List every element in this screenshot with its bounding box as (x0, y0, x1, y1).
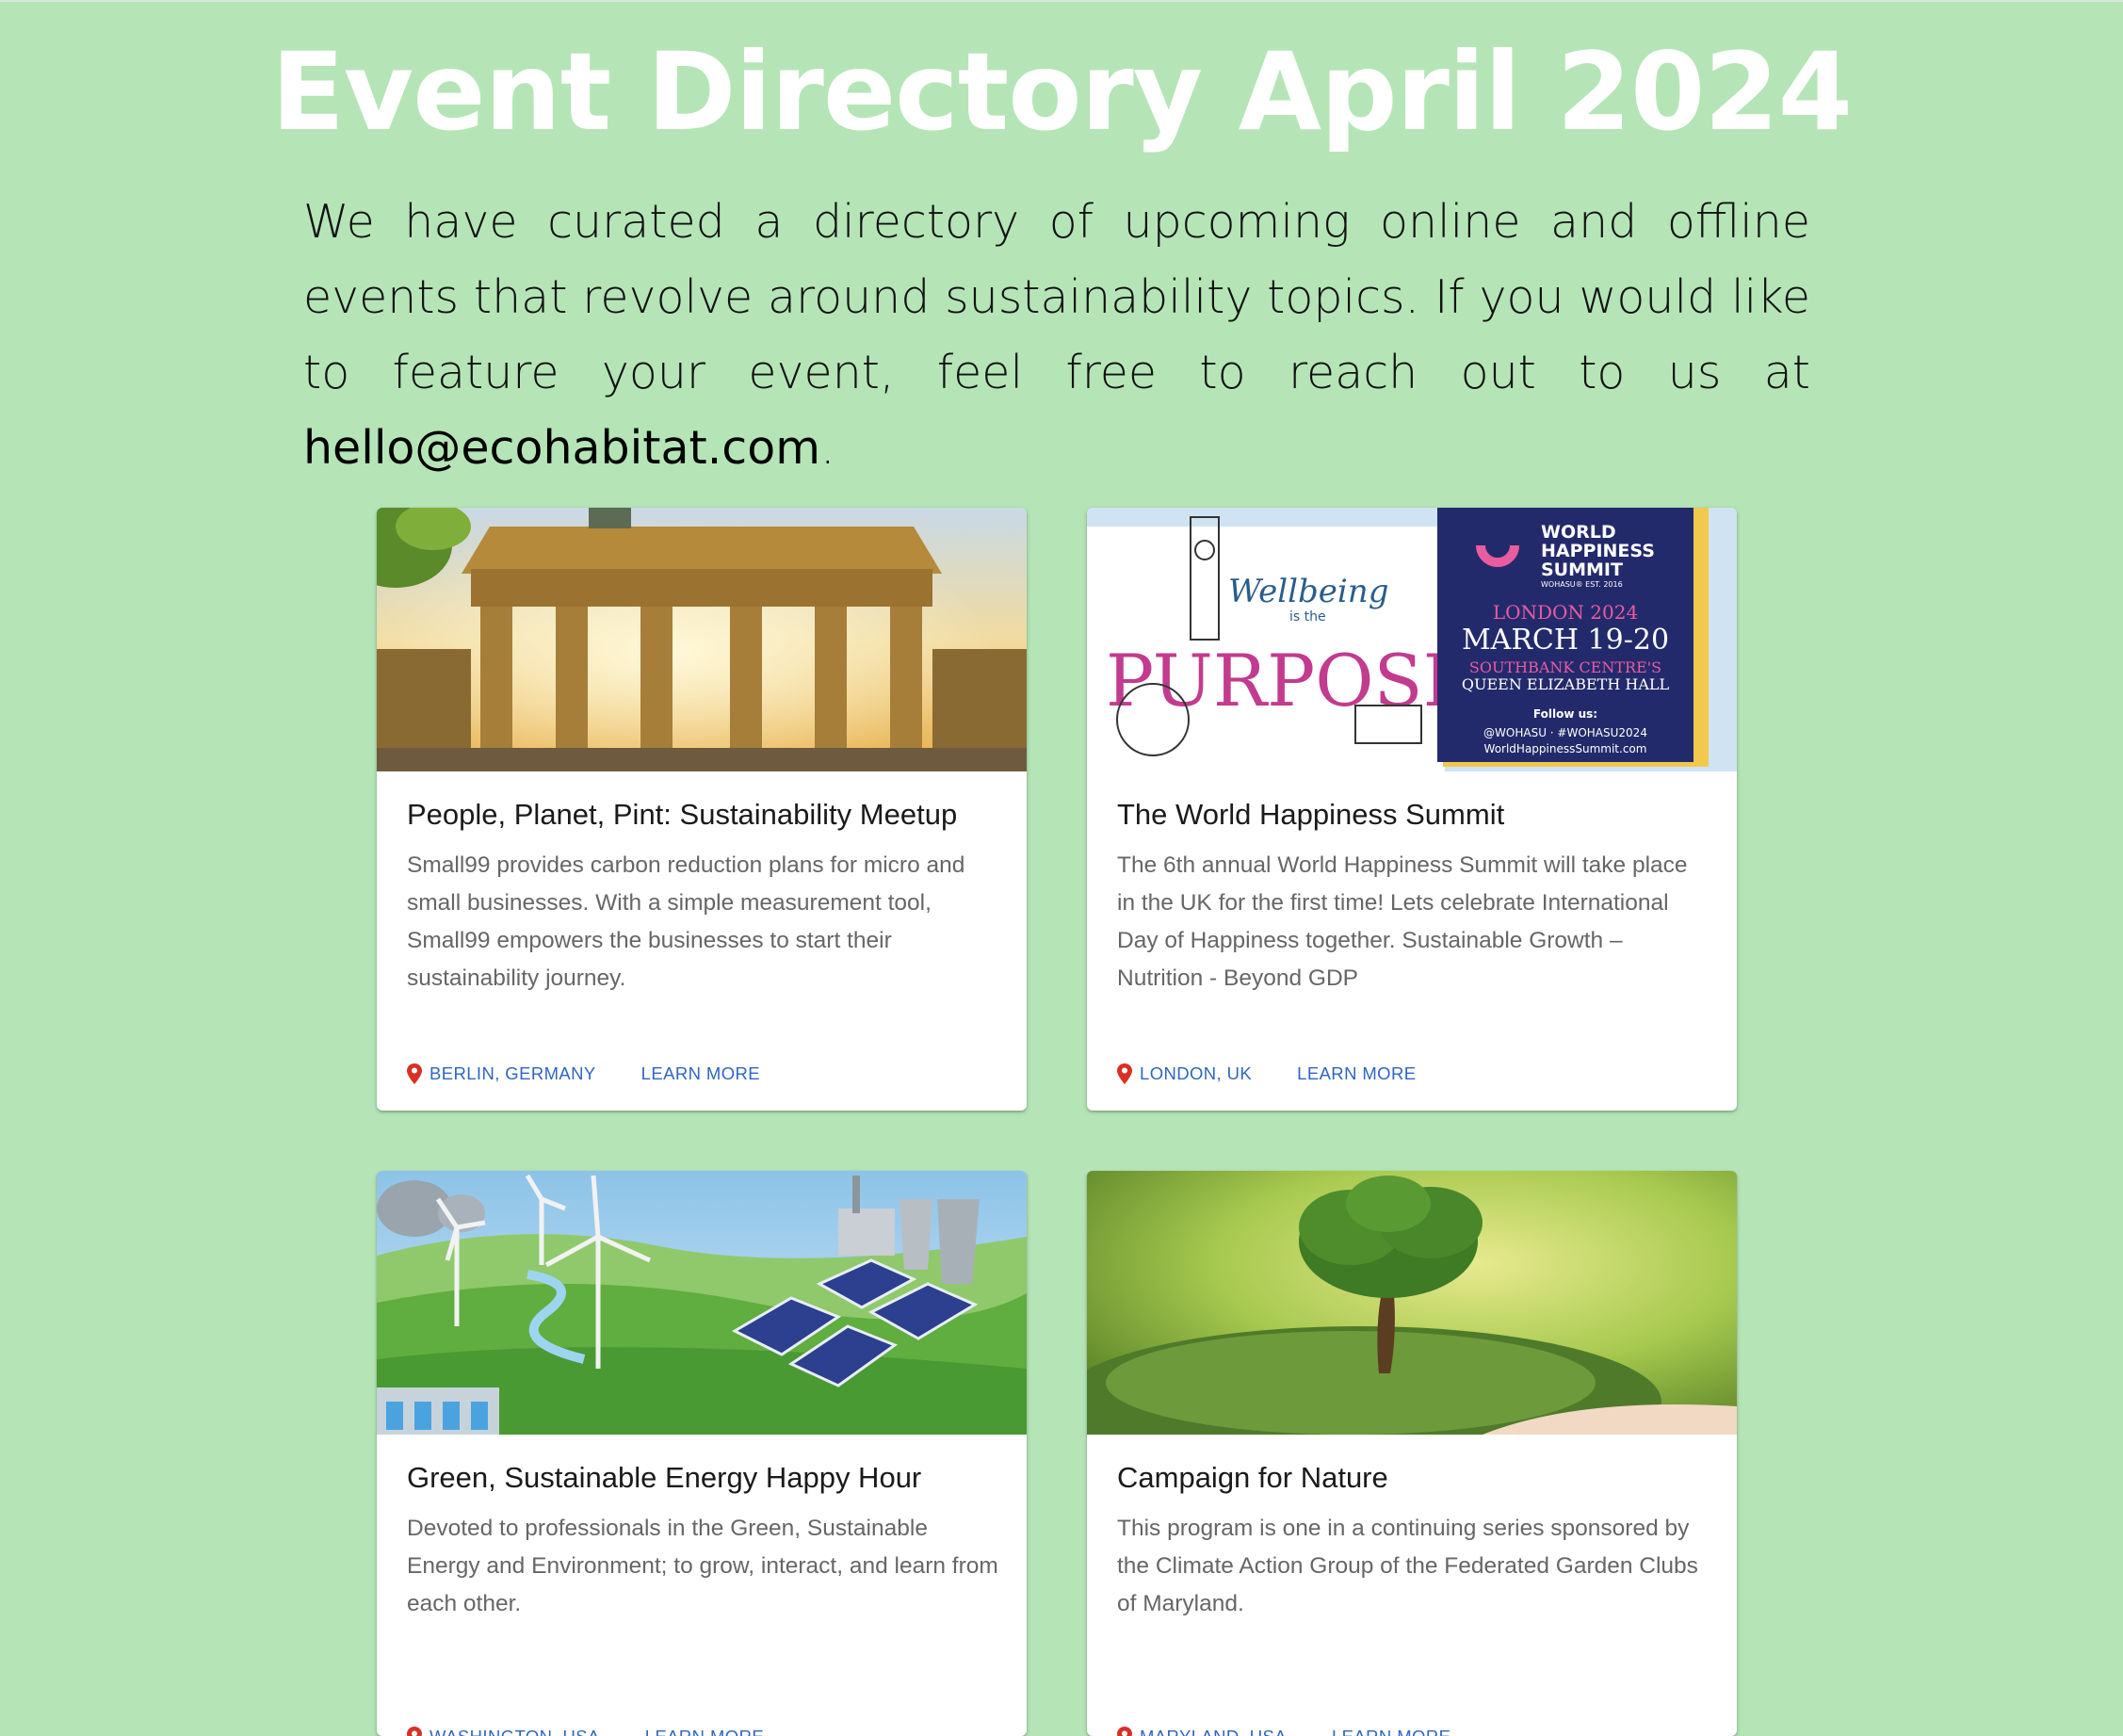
event-card: Campaign for Nature This program is one … (1087, 1171, 1737, 1736)
event-title: The World Happiness Summit (1117, 798, 1504, 832)
location-pin-icon (407, 1063, 422, 1084)
page-title: Event Directory April 2024 (0, 26, 2123, 158)
poster-dates: MARCH 19-20 (1462, 624, 1669, 657)
contact-email: hello@ecohabitat.com (303, 421, 820, 475)
poster-brand-sub: WOHASU® EST. 2016 (1541, 580, 1623, 589)
event-description: This program is one in a continuing seri… (1117, 1510, 1710, 1623)
intro-end: . (820, 421, 835, 475)
event-card: People, Planet, Pint: Sustainability Mee… (377, 508, 1027, 1111)
poster-follow: Follow us: (1533, 707, 1597, 721)
poster-script: Wellbeing (1228, 573, 1388, 610)
location-label: BERLIN, GERMANY (429, 1063, 596, 1084)
location-button[interactable]: LONDON, UK (1117, 1063, 1252, 1084)
poster-city: LONDON 2024 (1493, 601, 1638, 624)
learn-more-button[interactable]: LEARN MORE (645, 1727, 764, 1736)
tree-in-hands-image (1087, 1171, 1737, 1435)
location-pin-icon (1117, 1063, 1132, 1084)
poster-brand-1: WORLD (1541, 522, 1616, 543)
event-description: Devoted to professionals in the Green, S… (407, 1510, 1000, 1623)
location-button[interactable]: BERLIN, GERMANY (407, 1063, 596, 1084)
event-card: Green, Sustainable Energy Happy Hour Dev… (377, 1171, 1027, 1736)
location-button[interactable]: WASHINGTON, USA (407, 1727, 600, 1736)
location-button[interactable]: MARYLAND, USA (1117, 1727, 1287, 1736)
world-happiness-summit-image: Wellbeing is the PURPOSE WORLD HAPPINESS… (1087, 508, 1737, 771)
event-title: Campaign for Nature (1117, 1461, 1388, 1495)
location-label: LONDON, UK (1140, 1063, 1252, 1084)
top-divider (0, 0, 2123, 2)
location-label: WASHINGTON, USA (429, 1727, 600, 1736)
poster-small: is the (1289, 609, 1326, 625)
event-description: The 6th annual World Happiness Summit wi… (1117, 847, 1710, 998)
card-actions: WASHINGTON, USA LEARN MORE (407, 1723, 764, 1736)
poster-big: PURPOSE (1106, 639, 1475, 722)
location-pin-icon (1117, 1727, 1132, 1736)
renewable-energy-image (377, 1171, 1027, 1435)
learn-more-button[interactable]: LEARN MORE (1297, 1063, 1416, 1084)
brandenburg-gate-image (377, 508, 1027, 771)
poster-venue-1: SOUTHBANK CENTRE'S (1469, 658, 1661, 676)
event-title: Green, Sustainable Energy Happy Hour (407, 1461, 921, 1495)
event-description: Small99 provides carbon reduction plans … (407, 847, 1000, 998)
poster-handles: @WOHASU · #WOHASU2024 (1483, 726, 1647, 739)
intro-text: We have curated a directory of upcoming … (303, 195, 1810, 399)
event-title: People, Planet, Pint: Sustainability Mee… (407, 798, 957, 832)
location-pin-icon (407, 1727, 422, 1736)
poster-brand-3: SUMMIT (1541, 560, 1623, 580)
card-actions: MARYLAND, USA LEARN MORE (1117, 1723, 1450, 1736)
intro-paragraph: We have curated a directory of upcoming … (303, 185, 1810, 486)
card-actions: BERLIN, GERMANY LEARN MORE (407, 1060, 760, 1088)
event-card: Wellbeing is the PURPOSE WORLD HAPPINESS… (1087, 508, 1737, 1111)
card-actions: LONDON, UK LEARN MORE (1117, 1060, 1416, 1088)
poster-site: WorldHappinessSummit.com (1484, 742, 1647, 755)
learn-more-button[interactable]: LEARN MORE (641, 1063, 760, 1084)
location-label: MARYLAND, USA (1140, 1727, 1287, 1736)
poster-venue-2: QUEEN ELIZABETH HALL (1462, 675, 1670, 693)
poster-brand-2: HAPPINESS (1541, 541, 1655, 561)
learn-more-button[interactable]: LEARN MORE (1332, 1727, 1450, 1736)
